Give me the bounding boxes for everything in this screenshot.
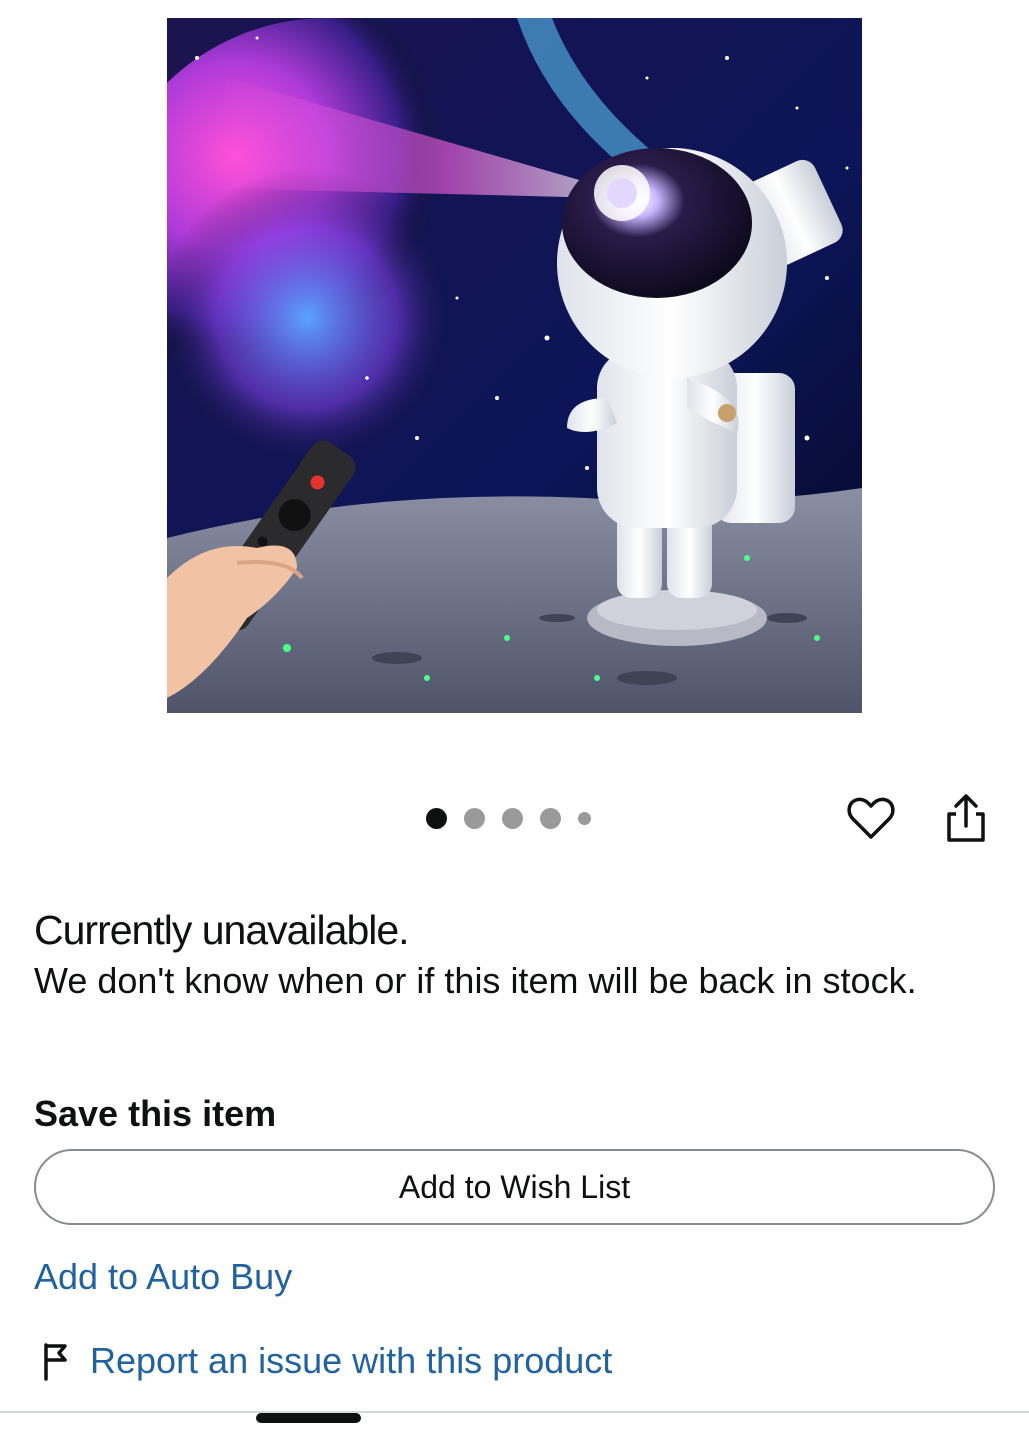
- add-to-auto-buy-link[interactable]: Add to Auto Buy: [34, 1256, 292, 1298]
- carousel-dot[interactable]: [426, 807, 447, 829]
- carousel-dot[interactable]: [540, 807, 561, 829]
- carousel-dot[interactable]: [578, 811, 591, 825]
- product-photo: [167, 18, 862, 713]
- bottom-nav-indicator: [256, 1413, 361, 1423]
- flag-icon: [44, 1343, 67, 1381]
- report-issue-label: Report an issue with this product: [90, 1340, 613, 1381]
- carousel-dot[interactable]: [502, 807, 523, 829]
- add-to-wish-list-button[interactable]: Add to Wish List: [34, 1149, 995, 1225]
- product-page: Currently unavailable. We don't know whe…: [0, 0, 1029, 1440]
- bottom-navigation-bar: [0, 1411, 1029, 1440]
- availability-title: Currently unavailable.: [34, 907, 410, 953]
- report-issue-link[interactable]: Report an issue with this product: [40, 1340, 612, 1382]
- availability-section: Currently unavailable. We don't know whe…: [34, 904, 994, 1005]
- image-carousel-dots: [426, 807, 591, 829]
- availability-description: We don't know when or if this item will …: [34, 960, 917, 1001]
- wishlist-heart-button[interactable]: [845, 792, 897, 844]
- heart-icon: [847, 797, 895, 839]
- save-item-heading: Save this item: [34, 1093, 277, 1134]
- share-icon: [947, 794, 985, 842]
- product-image[interactable]: [167, 18, 862, 713]
- carousel-dot[interactable]: [464, 807, 485, 829]
- share-button[interactable]: [942, 792, 990, 844]
